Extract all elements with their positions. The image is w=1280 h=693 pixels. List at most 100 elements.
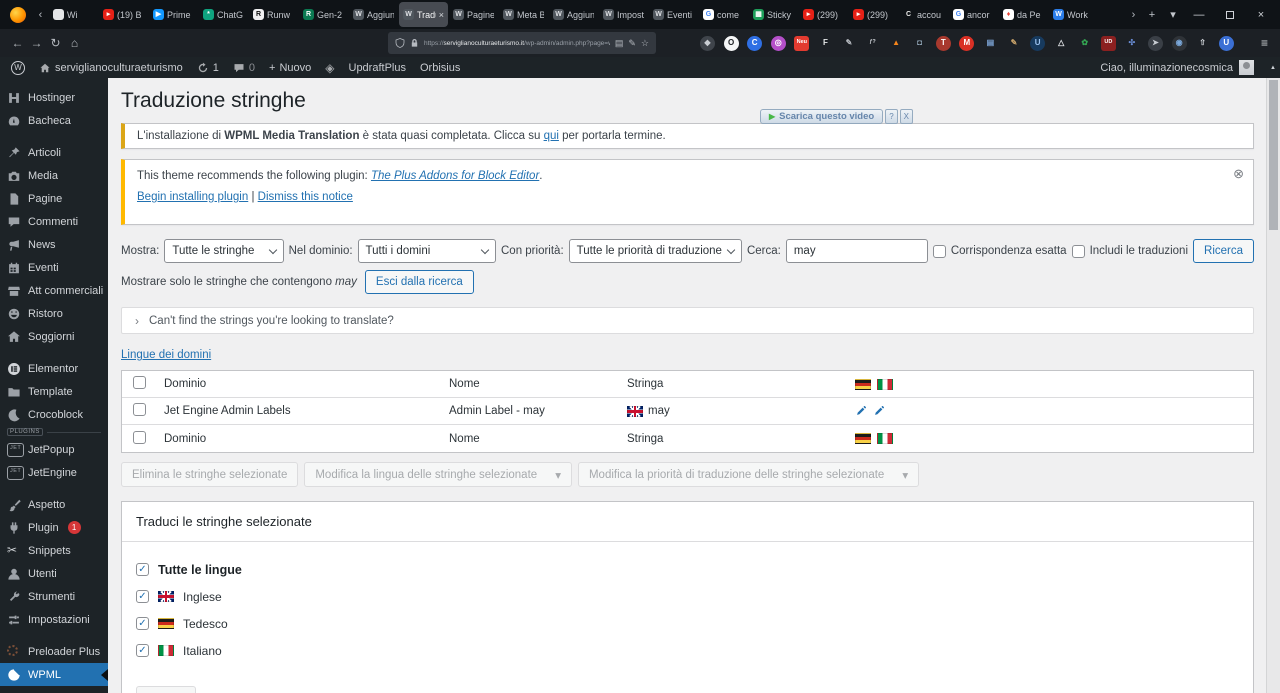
- sidebar-item-elementor[interactable]: Elementor: [0, 357, 108, 380]
- translate-button[interactable]: Traduci: [136, 686, 196, 693]
- browser-tab-aggiungi[interactable]: WAggiungi: [549, 2, 598, 27]
- app-menu-button[interactable]: ≡: [1261, 29, 1268, 57]
- domain-filter-select[interactable]: Tutti i domini: [357, 239, 496, 263]
- wp-logo-menu[interactable]: W: [4, 57, 32, 78]
- complete-install-link[interactable]: qui: [544, 130, 559, 142]
- browser-tab-ancor[interactable]: Gancor: [949, 2, 998, 27]
- sidebar-item-template[interactable]: Template: [0, 380, 108, 403]
- forward-button[interactable]: →: [27, 36, 46, 50]
- sidebar-item-wpml[interactable]: WPML: [0, 663, 108, 686]
- sidebar-item-jetengine[interactable]: JET JetEngine: [0, 461, 108, 484]
- bulk-action-elimina-le-stringhe-selezionate[interactable]: Elimina le stringhe selezionate: [121, 462, 299, 487]
- updraftplus-menu[interactable]: UpdraftPlus: [342, 57, 413, 78]
- extension-icon[interactable]: UD: [1100, 35, 1116, 51]
- domain-languages-link[interactable]: Lingue dei domini: [121, 349, 211, 361]
- language-checkbox-tutte-le-lingue[interactable]: ✓: [136, 563, 149, 576]
- home-button[interactable]: ⌂: [65, 36, 84, 50]
- extension-icon[interactable]: ◆: [700, 35, 715, 51]
- sidebar-item-plugin[interactable]: Plugin 1: [0, 516, 108, 539]
- extension-icon[interactable]: ▤: [983, 36, 998, 51]
- extension-icon[interactable]: M: [959, 35, 975, 51]
- extension-icon[interactable]: ✣: [1124, 36, 1139, 51]
- language-checkbox-inglese[interactable]: ✓: [136, 590, 149, 603]
- url-bar[interactable]: https://serviglianoculturaeturismo.it/wp…: [388, 32, 656, 54]
- browser-tab-prime[interactable]: ▶ Prime: [149, 2, 198, 27]
- exact-match-checkbox[interactable]: [932, 244, 946, 258]
- edit-italian-translation-button[interactable]: [873, 405, 885, 417]
- extension-icon[interactable]: ➤: [1147, 35, 1163, 51]
- tab-list-button[interactable]: ▾: [1163, 8, 1183, 21]
- sidebar-item-articoli[interactable]: Articoli: [0, 141, 108, 164]
- sidebar-item-bacheca[interactable]: Bacheca: [0, 109, 108, 132]
- bulk-action-modifica-la-priorit-di-traduzione-delle-stringhe-selezionate[interactable]: Modifica la priorità di traduzione delle…: [577, 462, 920, 487]
- extension-icon[interactable]: ✎: [841, 36, 856, 51]
- dismiss-icon[interactable]: ⊗: [1233, 166, 1244, 182]
- browser-tab-wi[interactable]: Wi: [49, 2, 98, 27]
- extension-icon[interactable]: C: [747, 35, 763, 51]
- sidebar-submenu-gestione-traduzioni[interactable]: Gestione traduzioni: [0, 686, 108, 693]
- recommended-plugin-link[interactable]: The Plus Addons for Block Editor: [371, 170, 539, 182]
- updates-menu[interactable]: 1: [190, 57, 226, 78]
- sidebar-item-soggiorni[interactable]: Soggiorni: [0, 325, 108, 348]
- new-content-menu[interactable]: + Nuovo: [262, 57, 318, 78]
- extension-icon[interactable]: ✎: [1007, 36, 1022, 51]
- select-all-checkbox[interactable]: [133, 376, 146, 389]
- browser-tab-299[interactable]: ▸ (299): [849, 2, 898, 27]
- browser-tab-pagine-s[interactable]: WPagine ‹ s: [449, 2, 498, 27]
- bookmark-star-icon[interactable]: ☆: [641, 38, 649, 49]
- close-window-button[interactable]: ×: [1246, 0, 1276, 29]
- sidebar-item-media[interactable]: Media: [0, 164, 108, 187]
- extension-icon[interactable]: U: [1218, 35, 1234, 51]
- extension-icon[interactable]: ⇧: [1195, 36, 1210, 51]
- edit-page-icon[interactable]: ✎: [628, 38, 636, 49]
- extension-icon[interactable]: ▲: [889, 36, 904, 51]
- minimize-button[interactable]: —: [1184, 0, 1214, 29]
- extension-icon[interactable]: ◘: [912, 36, 927, 51]
- browser-tab-meta-box[interactable]: WMeta Box: [499, 2, 548, 27]
- browser-tab-19-b[interactable]: ▸ (19) B: [99, 2, 148, 27]
- dismiss-notice-link[interactable]: Dismiss this notice: [258, 191, 353, 203]
- language-checkbox-tedesco[interactable]: ✓: [136, 617, 149, 630]
- comments-menu[interactable]: 0: [226, 57, 262, 78]
- site-menu[interactable]: serviglianoculturaeturismo: [32, 57, 190, 78]
- sidebar-item-att-commerciali[interactable]: Att commerciali: [0, 279, 108, 302]
- search-input[interactable]: [785, 239, 928, 263]
- restore-button[interactable]: [1215, 0, 1245, 29]
- sidebar-item-crocoblock[interactable]: Crocoblock: [0, 403, 108, 426]
- sidebar-item-pagine[interactable]: Pagine: [0, 187, 108, 210]
- sidebar-item-hostinger[interactable]: Hostinger: [0, 86, 108, 109]
- video-overlay-close-button[interactable]: X: [899, 109, 913, 124]
- tab-scroll-right-button[interactable]: ›: [1126, 9, 1141, 21]
- tab-scroll-left-button[interactable]: ‹: [33, 9, 48, 21]
- sidebar-item-utenti[interactable]: Utenti: [0, 562, 108, 585]
- browser-tab-come[interactable]: Gcome: [699, 2, 748, 27]
- browser-tab-da-pe[interactable]: ♦ da Pe: [999, 2, 1048, 27]
- search-button[interactable]: Ricerca: [1193, 239, 1254, 263]
- sidebar-item-news[interactable]: News: [0, 233, 108, 256]
- sidebar-item-snippets[interactable]: ✂ Snippets: [0, 539, 108, 562]
- browser-tab-traduzi[interactable]: WTraduzi×: [399, 2, 448, 27]
- row-select-checkbox[interactable]: [133, 403, 146, 416]
- begin-install-link[interactable]: Begin installing plugin: [137, 191, 248, 203]
- extension-icon[interactable]: ƒ?: [865, 36, 880, 51]
- edit-german-translation-button[interactable]: [855, 405, 867, 417]
- extension-icon[interactable]: O: [723, 35, 739, 51]
- extension-icon[interactable]: ◉: [1171, 35, 1187, 51]
- priority-filter-select[interactable]: Tutte le priorità di traduzione: [568, 239, 742, 263]
- scrollbar-track[interactable]: [1266, 78, 1280, 693]
- sidebar-item-ristoro[interactable]: Ristoro: [0, 302, 108, 325]
- user-greeting[interactable]: Ciao, illuminazionecosmica: [1100, 62, 1233, 74]
- download-video-button[interactable]: ▶ Scarica questo video: [760, 109, 884, 124]
- browser-tab-aggiungi[interactable]: WAggiungi: [349, 2, 398, 27]
- firefox-icon[interactable]: [10, 6, 26, 23]
- browser-tab-gen-2[interactable]: R Gen-2: [299, 2, 348, 27]
- avatar[interactable]: [1239, 60, 1254, 75]
- browser-tab-sticky[interactable]: ▦ Sticky: [749, 2, 798, 27]
- bulk-action-modifica-la-lingua-delle-stringhe-selezionate[interactable]: Modifica la lingua delle stringhe selezi…: [304, 462, 572, 487]
- browser-tab-impostazi[interactable]: WImpostazi: [599, 2, 648, 27]
- language-checkbox-italiano[interactable]: ✓: [136, 644, 149, 657]
- video-overlay-help-button[interactable]: ?: [885, 109, 898, 124]
- new-tab-button[interactable]: +: [1142, 9, 1162, 21]
- sidebar-item-strumenti[interactable]: Strumenti: [0, 585, 108, 608]
- scrollbar-up-arrow[interactable]: ▲: [1266, 57, 1280, 78]
